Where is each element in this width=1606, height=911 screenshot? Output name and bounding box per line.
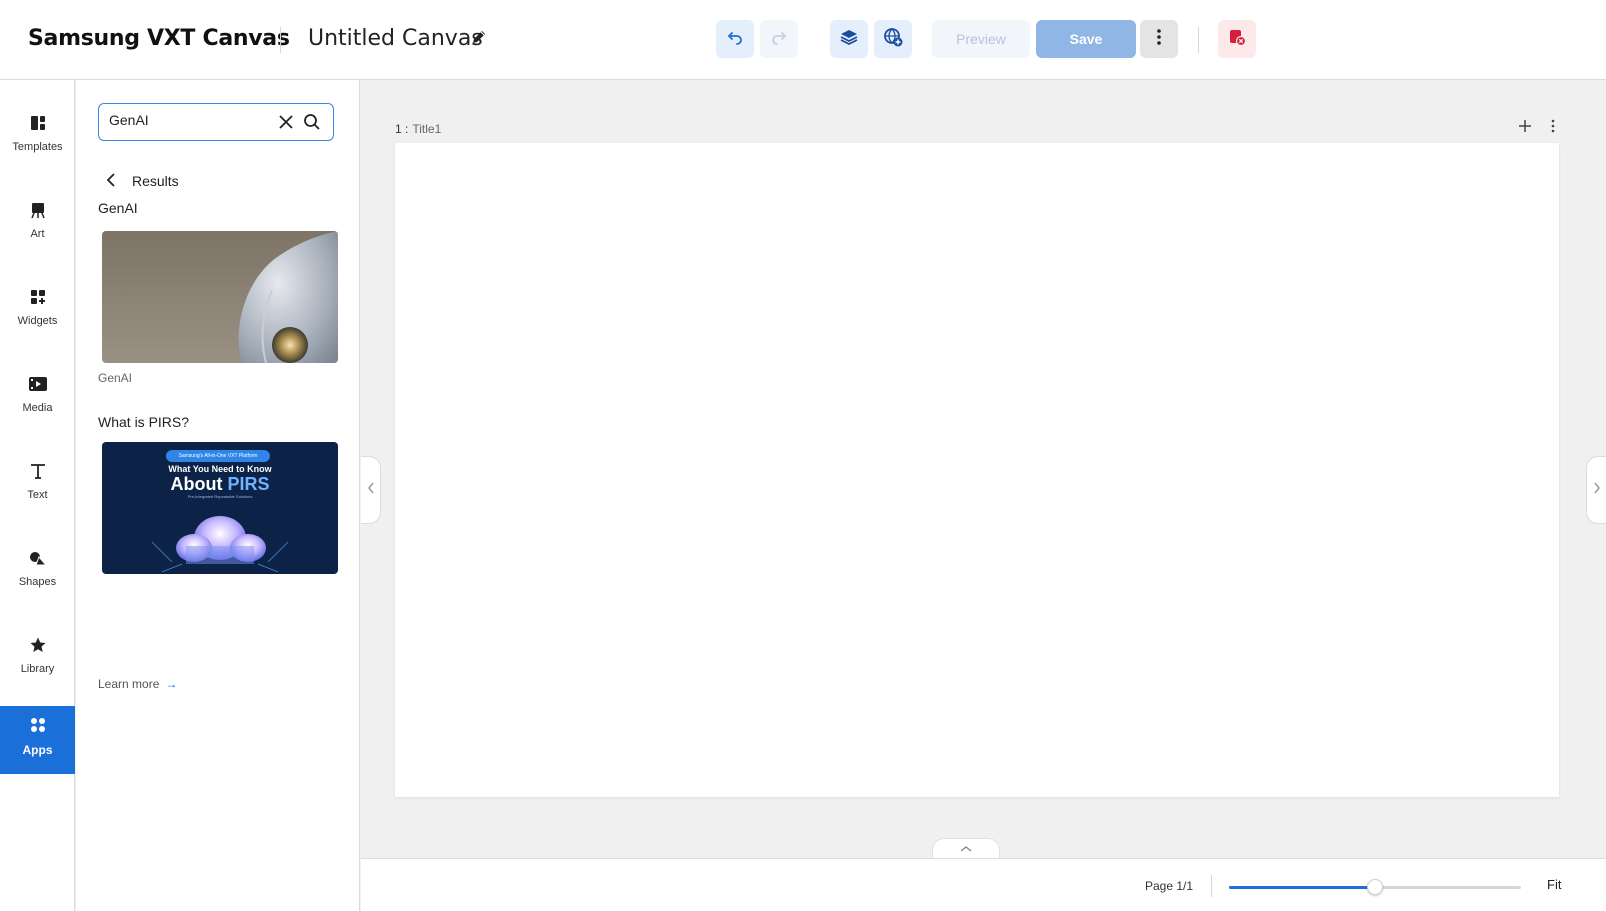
expand-pages-handle[interactable] [932, 838, 1000, 858]
text-icon [27, 460, 49, 482]
canvas-page[interactable] [395, 143, 1559, 797]
brand-logo: Samsung VXT Canvas [28, 26, 290, 51]
search-box [98, 103, 334, 141]
chevron-left-icon[interactable] [104, 172, 118, 188]
canvas-title[interactable]: Untitled Canvas [308, 26, 483, 51]
redo-button[interactable] [760, 20, 798, 58]
results-label: Results [132, 173, 179, 189]
preview-button[interactable]: Preview [932, 20, 1030, 58]
collapse-panel-handle[interactable] [361, 456, 381, 524]
shapes-icon [27, 547, 49, 569]
divider [1211, 875, 1212, 897]
save-button[interactable]: Save [1036, 20, 1136, 58]
chevron-left-icon [367, 481, 375, 499]
sidebar-item-label: Widgets [17, 315, 58, 327]
promo-headline-big: About PIRS [102, 474, 338, 495]
search-input[interactable] [109, 112, 269, 128]
zoom-slider[interactable] [1229, 879, 1521, 895]
pirs-promo-thumbnail[interactable]: Samsung's All-in-One VXT Platform What Y… [102, 442, 338, 574]
promo-sub: Pre-Integrated Repeatable Solutions [187, 494, 253, 499]
templates-icon [27, 112, 49, 134]
promo-pill: Samsung's All-in-One VXT Platform [166, 450, 270, 462]
chevron-right-icon [1593, 481, 1601, 499]
zoom-slider-fill [1229, 886, 1375, 889]
sidebar-item-apps[interactable]: Apps [0, 706, 75, 774]
close-icon[interactable] [277, 113, 295, 131]
sidebar-item-media[interactable]: Media [0, 365, 75, 433]
art-icon [27, 199, 49, 221]
learn-more-link[interactable]: Learn more → [98, 677, 177, 691]
expand-right-panel-handle[interactable] [1586, 456, 1606, 524]
widgets-icon [27, 286, 49, 308]
learn-more-label: Learn more [98, 677, 160, 691]
section-title: What is PIRS? [98, 414, 190, 430]
search-icon[interactable] [303, 113, 321, 131]
sidebar-item-label: Media [22, 402, 53, 414]
sidebar-item-library[interactable]: Library [0, 626, 75, 694]
chevron-up-icon [960, 840, 972, 858]
zoom-slider-handle[interactable] [1367, 879, 1383, 895]
more-options-button[interactable] [1140, 20, 1178, 58]
sidebar-item-text[interactable]: Text [0, 452, 75, 520]
sidebar-item-label: Apps [22, 743, 53, 757]
thumbnail-caption: GenAI [98, 371, 133, 385]
promo-headline-about: About [170, 474, 228, 494]
exit-icon [1227, 27, 1247, 52]
undo-button[interactable] [716, 20, 754, 58]
page-count: Page 1/1 [1145, 879, 1194, 893]
divider [1198, 27, 1199, 53]
sidebar-item-label: Art [30, 228, 45, 240]
sidebar-item-shapes[interactable]: Shapes [0, 539, 75, 607]
undo-icon [726, 28, 744, 51]
canvas-area: 1 : Title1 Page 1/1 Fit [361, 80, 1606, 911]
library-icon [27, 634, 49, 656]
genai-thumbnail[interactable] [102, 231, 338, 363]
media-icon [27, 373, 49, 395]
sidebar-item-label: Library [20, 663, 55, 675]
pencil-icon[interactable] [470, 28, 488, 46]
promo-headline: What You Need to Know [168, 464, 272, 474]
sidebar-item-label: Shapes [18, 576, 57, 588]
divider [280, 27, 281, 53]
globe-add-button[interactable] [874, 20, 912, 58]
redo-icon [770, 28, 788, 51]
top-bar: Samsung VXT Canvas Untitled Canvas Previ… [0, 0, 1606, 80]
page-label: 1 : Title1 [395, 122, 441, 136]
page-number: 1 : [395, 122, 409, 136]
page-title[interactable]: Title1 [412, 122, 441, 136]
globe-add-icon [883, 27, 903, 52]
section-title: GenAI [98, 200, 138, 216]
layers-button[interactable] [830, 20, 868, 58]
sidebar-item-label: Text [27, 489, 48, 501]
cloud-icon [151, 516, 289, 573]
add-page-icon[interactable] [1517, 118, 1533, 134]
more-vertical-icon[interactable] [1545, 118, 1561, 134]
zoom-fit-button[interactable]: Fit [1547, 877, 1561, 892]
sidebar-item-label: Templates [12, 141, 63, 153]
left-rail: Templates Art Widgets Media Text Shapes … [0, 80, 75, 911]
promo-headline-accent: PIRS [227, 474, 270, 494]
exit-button[interactable] [1218, 20, 1256, 58]
sidebar-item-widgets[interactable]: Widgets [0, 278, 75, 346]
sidebar-item-art[interactable]: Art [0, 191, 75, 259]
arrow-right-icon: → [165, 677, 178, 691]
bottom-bar: Page 1/1 Fit [361, 858, 1606, 911]
apps-panel: Results GenAI GenAI What is PIRS? Samsun… [76, 80, 360, 911]
layers-icon [839, 27, 859, 52]
sidebar-item-templates[interactable]: Templates [0, 104, 75, 172]
more-vertical-icon [1156, 28, 1162, 51]
apps-icon [27, 714, 49, 736]
